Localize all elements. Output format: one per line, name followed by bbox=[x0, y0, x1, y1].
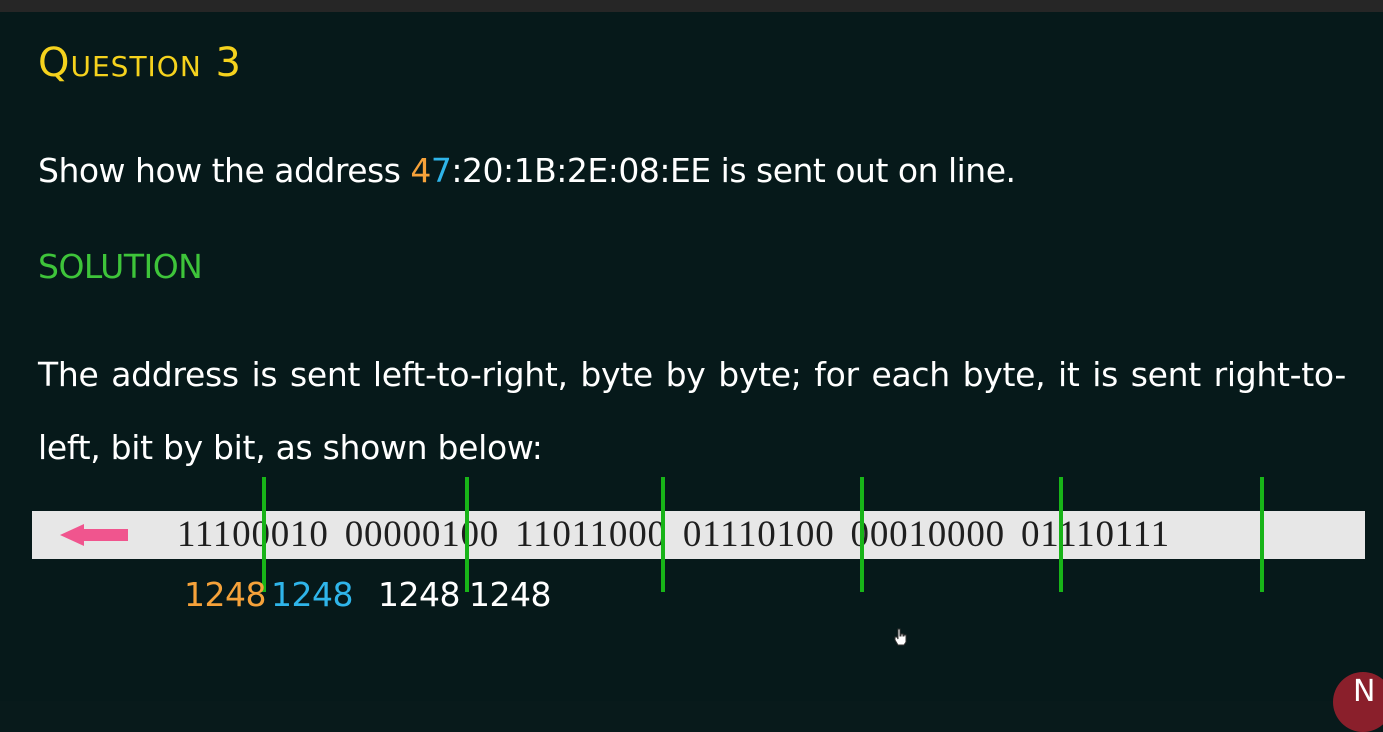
hand-cursor-icon bbox=[894, 628, 907, 646]
question-text: Show how the address 47:20:1B:2E:08:EE i… bbox=[38, 151, 1016, 190]
bit-weight-label: 1248 bbox=[271, 575, 353, 614]
question-highlight-blue: 7 bbox=[430, 151, 452, 190]
byte-separator-line bbox=[1260, 477, 1264, 592]
bit-stream: 11100010 00000100 11011000 01110100 0001… bbox=[177, 514, 1170, 555]
solution-heading: SOLUTION bbox=[38, 247, 203, 286]
bit-stream-strip: 11100010 00000100 11011000 01110100 0001… bbox=[32, 511, 1365, 559]
video-top-bar bbox=[0, 0, 1383, 12]
question-suffix: :20:1B:2E:08:EE is sent out on line. bbox=[451, 151, 1016, 190]
channel-logo-icon: N bbox=[1333, 672, 1383, 732]
bit-weight-label: 1248 bbox=[378, 575, 460, 614]
explanation-text: The address is sent left-to-right, byte … bbox=[38, 355, 1346, 467]
bit-weight-label: 1248 bbox=[184, 575, 266, 614]
byte-separator-line bbox=[661, 477, 665, 592]
question-prefix: Show how the address bbox=[38, 151, 411, 190]
byte-separator-line bbox=[1059, 477, 1063, 592]
question-highlight-orange: 4 bbox=[410, 151, 431, 190]
left-arrow-icon bbox=[60, 524, 128, 546]
slide-title: Question 3 bbox=[38, 40, 242, 86]
byte-separator-line bbox=[860, 477, 864, 592]
bit-weight-label: 1248 bbox=[469, 575, 551, 614]
